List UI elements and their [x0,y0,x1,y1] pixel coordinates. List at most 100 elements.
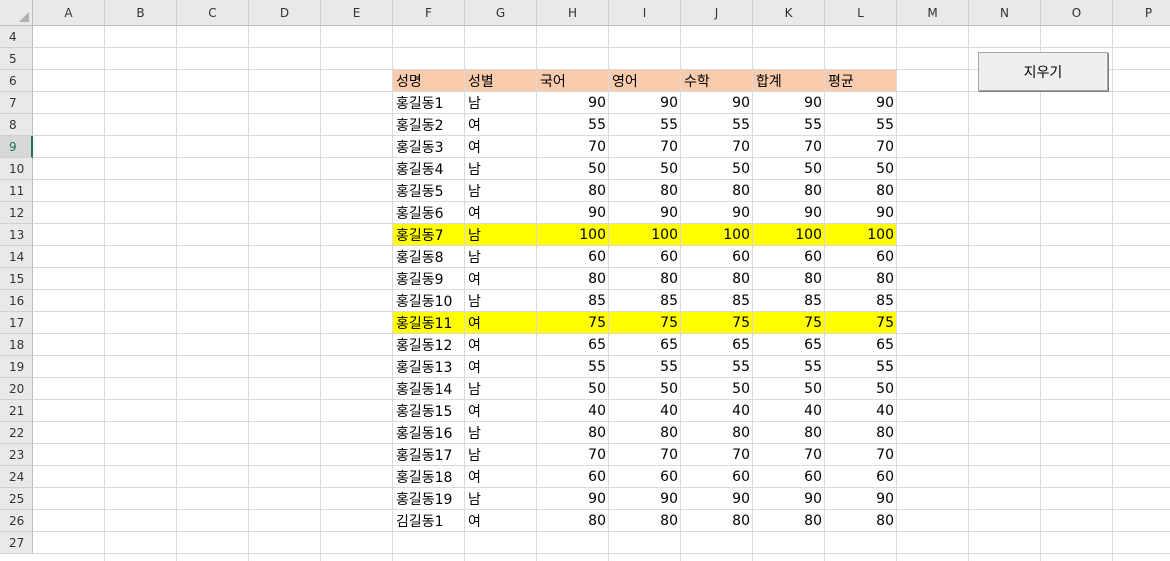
name-cell[interactable]: 홍길동2 [393,114,465,136]
table-header-cell[interactable]: 수학 [681,70,753,92]
name-cell[interactable]: 홍길동11 [393,312,465,334]
korean-score-cell[interactable]: 80 [537,510,609,532]
total-cell[interactable]: 100 [753,224,825,246]
column-header-c[interactable]: C [177,0,249,26]
row-header-4[interactable]: 4 [0,26,33,48]
korean-score-cell[interactable]: 60 [537,246,609,268]
name-cell[interactable]: 홍길동16 [393,422,465,444]
row-header-13[interactable]: 13 [0,224,33,246]
row-header-10[interactable]: 10 [0,158,33,180]
average-cell[interactable]: 75 [825,312,897,334]
english-score-cell[interactable]: 50 [609,158,681,180]
english-score-cell[interactable]: 80 [609,268,681,290]
gender-cell[interactable]: 여 [465,202,537,224]
column-header-i[interactable]: I [609,0,681,26]
gender-cell[interactable]: 남 [465,246,537,268]
clear-button[interactable]: 지우기 [978,52,1108,91]
column-header-k[interactable]: K [753,0,825,26]
gender-cell[interactable]: 여 [465,400,537,422]
average-cell[interactable]: 50 [825,378,897,400]
name-cell[interactable]: 홍길동13 [393,356,465,378]
gender-cell[interactable]: 여 [465,114,537,136]
korean-score-cell[interactable]: 80 [537,422,609,444]
row-header-22[interactable]: 22 [0,422,33,444]
gender-cell[interactable]: 여 [465,510,537,532]
korean-score-cell[interactable]: 90 [537,488,609,510]
korean-score-cell[interactable]: 80 [537,268,609,290]
total-cell[interactable]: 90 [753,92,825,114]
gender-cell[interactable]: 여 [465,356,537,378]
english-score-cell[interactable]: 70 [609,136,681,158]
average-cell[interactable]: 80 [825,422,897,444]
korean-score-cell[interactable]: 70 [537,444,609,466]
name-cell[interactable]: 홍길동15 [393,400,465,422]
row-header-19[interactable]: 19 [0,356,33,378]
math-score-cell[interactable]: 50 [681,378,753,400]
gender-cell[interactable]: 남 [465,488,537,510]
gender-cell[interactable]: 남 [465,290,537,312]
name-cell[interactable]: 홍길동18 [393,466,465,488]
math-score-cell[interactable]: 80 [681,422,753,444]
column-header-n[interactable]: N [969,0,1041,26]
math-score-cell[interactable]: 80 [681,510,753,532]
column-header-p[interactable]: P [1113,0,1170,26]
total-cell[interactable]: 55 [753,356,825,378]
korean-score-cell[interactable]: 55 [537,356,609,378]
math-score-cell[interactable]: 85 [681,290,753,312]
korean-score-cell[interactable]: 60 [537,466,609,488]
average-cell[interactable]: 60 [825,246,897,268]
row-header-12[interactable]: 12 [0,202,33,224]
average-cell[interactable]: 70 [825,136,897,158]
gender-cell[interactable]: 남 [465,158,537,180]
average-cell[interactable]: 85 [825,290,897,312]
gender-cell[interactable]: 여 [465,136,537,158]
average-cell[interactable]: 90 [825,488,897,510]
english-score-cell[interactable]: 70 [609,444,681,466]
select-all-corner[interactable] [0,0,33,26]
row-header-17[interactable]: 17 [0,312,33,334]
english-score-cell[interactable]: 90 [609,488,681,510]
table-header-cell[interactable]: 국어 [537,70,609,92]
total-cell[interactable]: 75 [753,312,825,334]
math-score-cell[interactable]: 100 [681,224,753,246]
gender-cell[interactable]: 남 [465,422,537,444]
row-header-26[interactable]: 26 [0,510,33,532]
table-header-cell[interactable]: 성명 [393,70,465,92]
name-cell[interactable]: 홍길동19 [393,488,465,510]
math-score-cell[interactable]: 80 [681,268,753,290]
math-score-cell[interactable]: 70 [681,136,753,158]
korean-score-cell[interactable]: 85 [537,290,609,312]
name-cell[interactable]: 홍길동14 [393,378,465,400]
math-score-cell[interactable]: 65 [681,334,753,356]
total-cell[interactable]: 40 [753,400,825,422]
gender-cell[interactable]: 여 [465,312,537,334]
total-cell[interactable]: 70 [753,136,825,158]
row-header-25[interactable]: 25 [0,488,33,510]
row-header-24[interactable]: 24 [0,466,33,488]
total-cell[interactable]: 80 [753,422,825,444]
english-score-cell[interactable]: 75 [609,312,681,334]
korean-score-cell[interactable]: 55 [537,114,609,136]
name-cell[interactable]: 홍길동5 [393,180,465,202]
total-cell[interactable]: 90 [753,202,825,224]
average-cell[interactable]: 90 [825,92,897,114]
column-header-a[interactable]: A [33,0,105,26]
english-score-cell[interactable]: 60 [609,466,681,488]
math-score-cell[interactable]: 55 [681,356,753,378]
gender-cell[interactable]: 남 [465,444,537,466]
math-score-cell[interactable]: 70 [681,444,753,466]
column-header-g[interactable]: G [465,0,537,26]
total-cell[interactable]: 80 [753,510,825,532]
average-cell[interactable]: 65 [825,334,897,356]
korean-score-cell[interactable]: 100 [537,224,609,246]
korean-score-cell[interactable]: 50 [537,378,609,400]
korean-score-cell[interactable]: 75 [537,312,609,334]
math-score-cell[interactable]: 60 [681,246,753,268]
english-score-cell[interactable]: 55 [609,356,681,378]
row-header-27[interactable]: 27 [0,532,33,554]
math-score-cell[interactable]: 80 [681,180,753,202]
column-header-b[interactable]: B [105,0,177,26]
korean-score-cell[interactable]: 50 [537,158,609,180]
total-cell[interactable]: 70 [753,444,825,466]
average-cell[interactable]: 55 [825,356,897,378]
